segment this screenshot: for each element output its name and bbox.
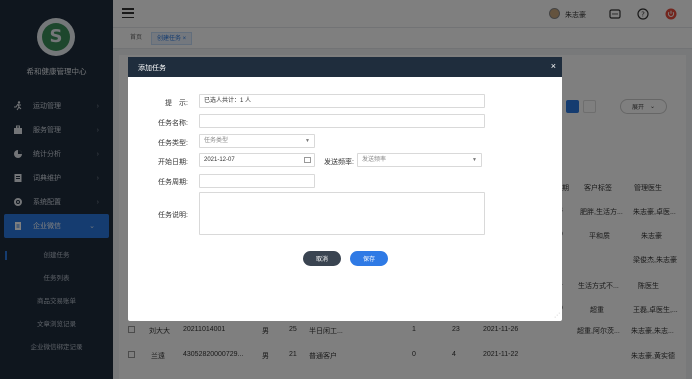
add-task-modal: 添加任务 × 提 示: 已选人共计：1 人 任务名称: 任务类型: 任务类型 ▼…: [128, 57, 562, 321]
caret-down-icon: ▼: [305, 138, 310, 144]
task-type-placeholder: 任务类型: [204, 138, 229, 144]
calendar-icon[interactable]: [304, 157, 311, 163]
task-type-label: 任务类型:: [158, 140, 188, 147]
task-type-select[interactable]: 任务类型 ▼: [199, 134, 315, 148]
frequency-label: 发送频率:: [324, 159, 354, 166]
tip-label: 提 示:: [165, 100, 188, 107]
save-button[interactable]: 保存: [350, 251, 388, 266]
description-textarea[interactable]: [199, 192, 485, 235]
task-name-label: 任务名称:: [158, 120, 188, 127]
description-label: 任务说明:: [158, 212, 188, 219]
resize-handle-icon[interactable]: ⋰: [554, 312, 560, 319]
modal-header: 添加任务 ×: [128, 57, 562, 77]
start-date-input[interactable]: 2021-12-07: [199, 153, 315, 167]
modal-title: 添加任务: [138, 65, 166, 72]
tip-field: 已选人共计：1 人: [199, 94, 485, 108]
period-input[interactable]: [199, 174, 315, 188]
start-date-value: 2021-12-07: [204, 157, 235, 163]
frequency-select[interactable]: 发送频率 ▼: [357, 153, 482, 167]
frequency-placeholder: 发送频率: [362, 157, 387, 163]
cancel-button[interactable]: 取消: [303, 251, 341, 266]
caret-down-icon: ▼: [472, 157, 477, 163]
period-label: 任务周期:: [158, 179, 188, 186]
close-icon[interactable]: ×: [551, 61, 556, 71]
task-name-input[interactable]: [199, 114, 485, 128]
start-date-label: 开始日期:: [158, 159, 188, 166]
